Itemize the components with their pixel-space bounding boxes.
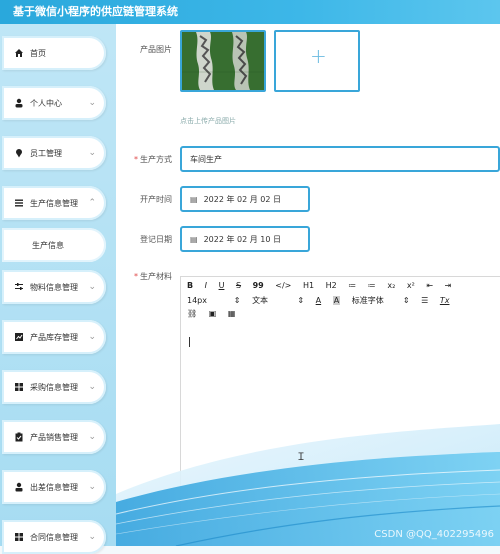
user-icon — [15, 98, 23, 108]
chevron-down-icon: ⌄ — [88, 382, 96, 392]
chevron-up-icon: ⌃ — [88, 198, 96, 208]
sidebar-subitem-production-info[interactable]: 生产信息 — [2, 228, 106, 262]
sidebar-item-label: 首页 — [30, 48, 46, 58]
sidebar-item-profile[interactable]: 个人中心 ⌄ — [2, 86, 106, 120]
watermark: CSDN @QQ_402295496 — [374, 529, 494, 540]
sidebar-item-label: 采购信息管理 — [30, 382, 78, 392]
wave-decoration — [116, 424, 500, 546]
chevron-down-icon: ⌄ — [88, 332, 96, 342]
sidebar-item-contract[interactable]: 合同信息管理 ⌄ — [2, 520, 106, 554]
clipboard-icon — [15, 432, 23, 442]
sidebar-item-label: 出差信息管理 — [30, 482, 78, 492]
sidebar-subitem-label: 生产信息 — [32, 240, 64, 250]
app-header: 基于微信小程序的供应链管理系统 — [0, 0, 500, 24]
sidebar-item-label: 产品销售管理 — [30, 432, 78, 442]
chevron-down-icon: ⌄ — [88, 482, 96, 492]
grid-icon — [15, 383, 23, 391]
chevron-down-icon: ⌄ — [88, 432, 96, 442]
sidebar-item-sales[interactable]: 产品销售管理 ⌄ — [2, 420, 106, 454]
sidebar-item-label: 产品库存管理 — [30, 332, 78, 342]
person-icon — [15, 482, 23, 492]
chevron-down-icon: ⌄ — [88, 148, 96, 158]
main-form-area: 产品图片 + 点击上传产品图片 * 生产方式 车间生产 开产时间 ▤ 2022 年… — [116, 24, 500, 546]
sidebar-item-travel[interactable]: 出差信息管理 ⌄ — [2, 470, 106, 504]
sidebar-item-purchase[interactable]: 采购信息管理 ⌄ — [2, 370, 106, 404]
chevron-down-icon: ⌄ — [88, 282, 96, 292]
sidebar-item-label: 生产信息管理 — [30, 198, 78, 208]
chart-icon — [15, 333, 23, 341]
grid-icon — [15, 533, 23, 541]
mouse-cursor-icon: Ｉ — [296, 452, 306, 463]
sidebar: 首页 个人中心 ⌄ 员工管理 ⌄ 生产信息管理 ⌃ 生产信息 物料信息管理 ⌄ … — [0, 24, 116, 554]
sidebar-item-label: 员工管理 — [30, 148, 62, 158]
app-title: 基于微信小程序的供应链管理系统 — [13, 5, 178, 18]
list-icon — [15, 199, 23, 207]
chevron-down-icon: ⌄ — [88, 532, 96, 542]
sidebar-item-production[interactable]: 生产信息管理 ⌃ — [2, 186, 106, 220]
sidebar-item-inventory[interactable]: 产品库存管理 ⌄ — [2, 320, 106, 354]
sidebar-item-label: 个人中心 — [30, 98, 62, 108]
sidebar-item-home[interactable]: 首页 — [2, 36, 106, 70]
sidebar-item-label: 合同信息管理 — [30, 532, 78, 542]
chevron-down-icon: ⌄ — [88, 98, 96, 108]
home-icon — [15, 49, 23, 57]
sidebar-item-label: 物料信息管理 — [30, 282, 78, 292]
sidebar-item-staff[interactable]: 员工管理 ⌄ — [2, 136, 106, 170]
pin-icon — [16, 149, 22, 158]
sliders-icon — [15, 283, 23, 290]
sidebar-item-materials[interactable]: 物料信息管理 ⌄ — [2, 270, 106, 304]
